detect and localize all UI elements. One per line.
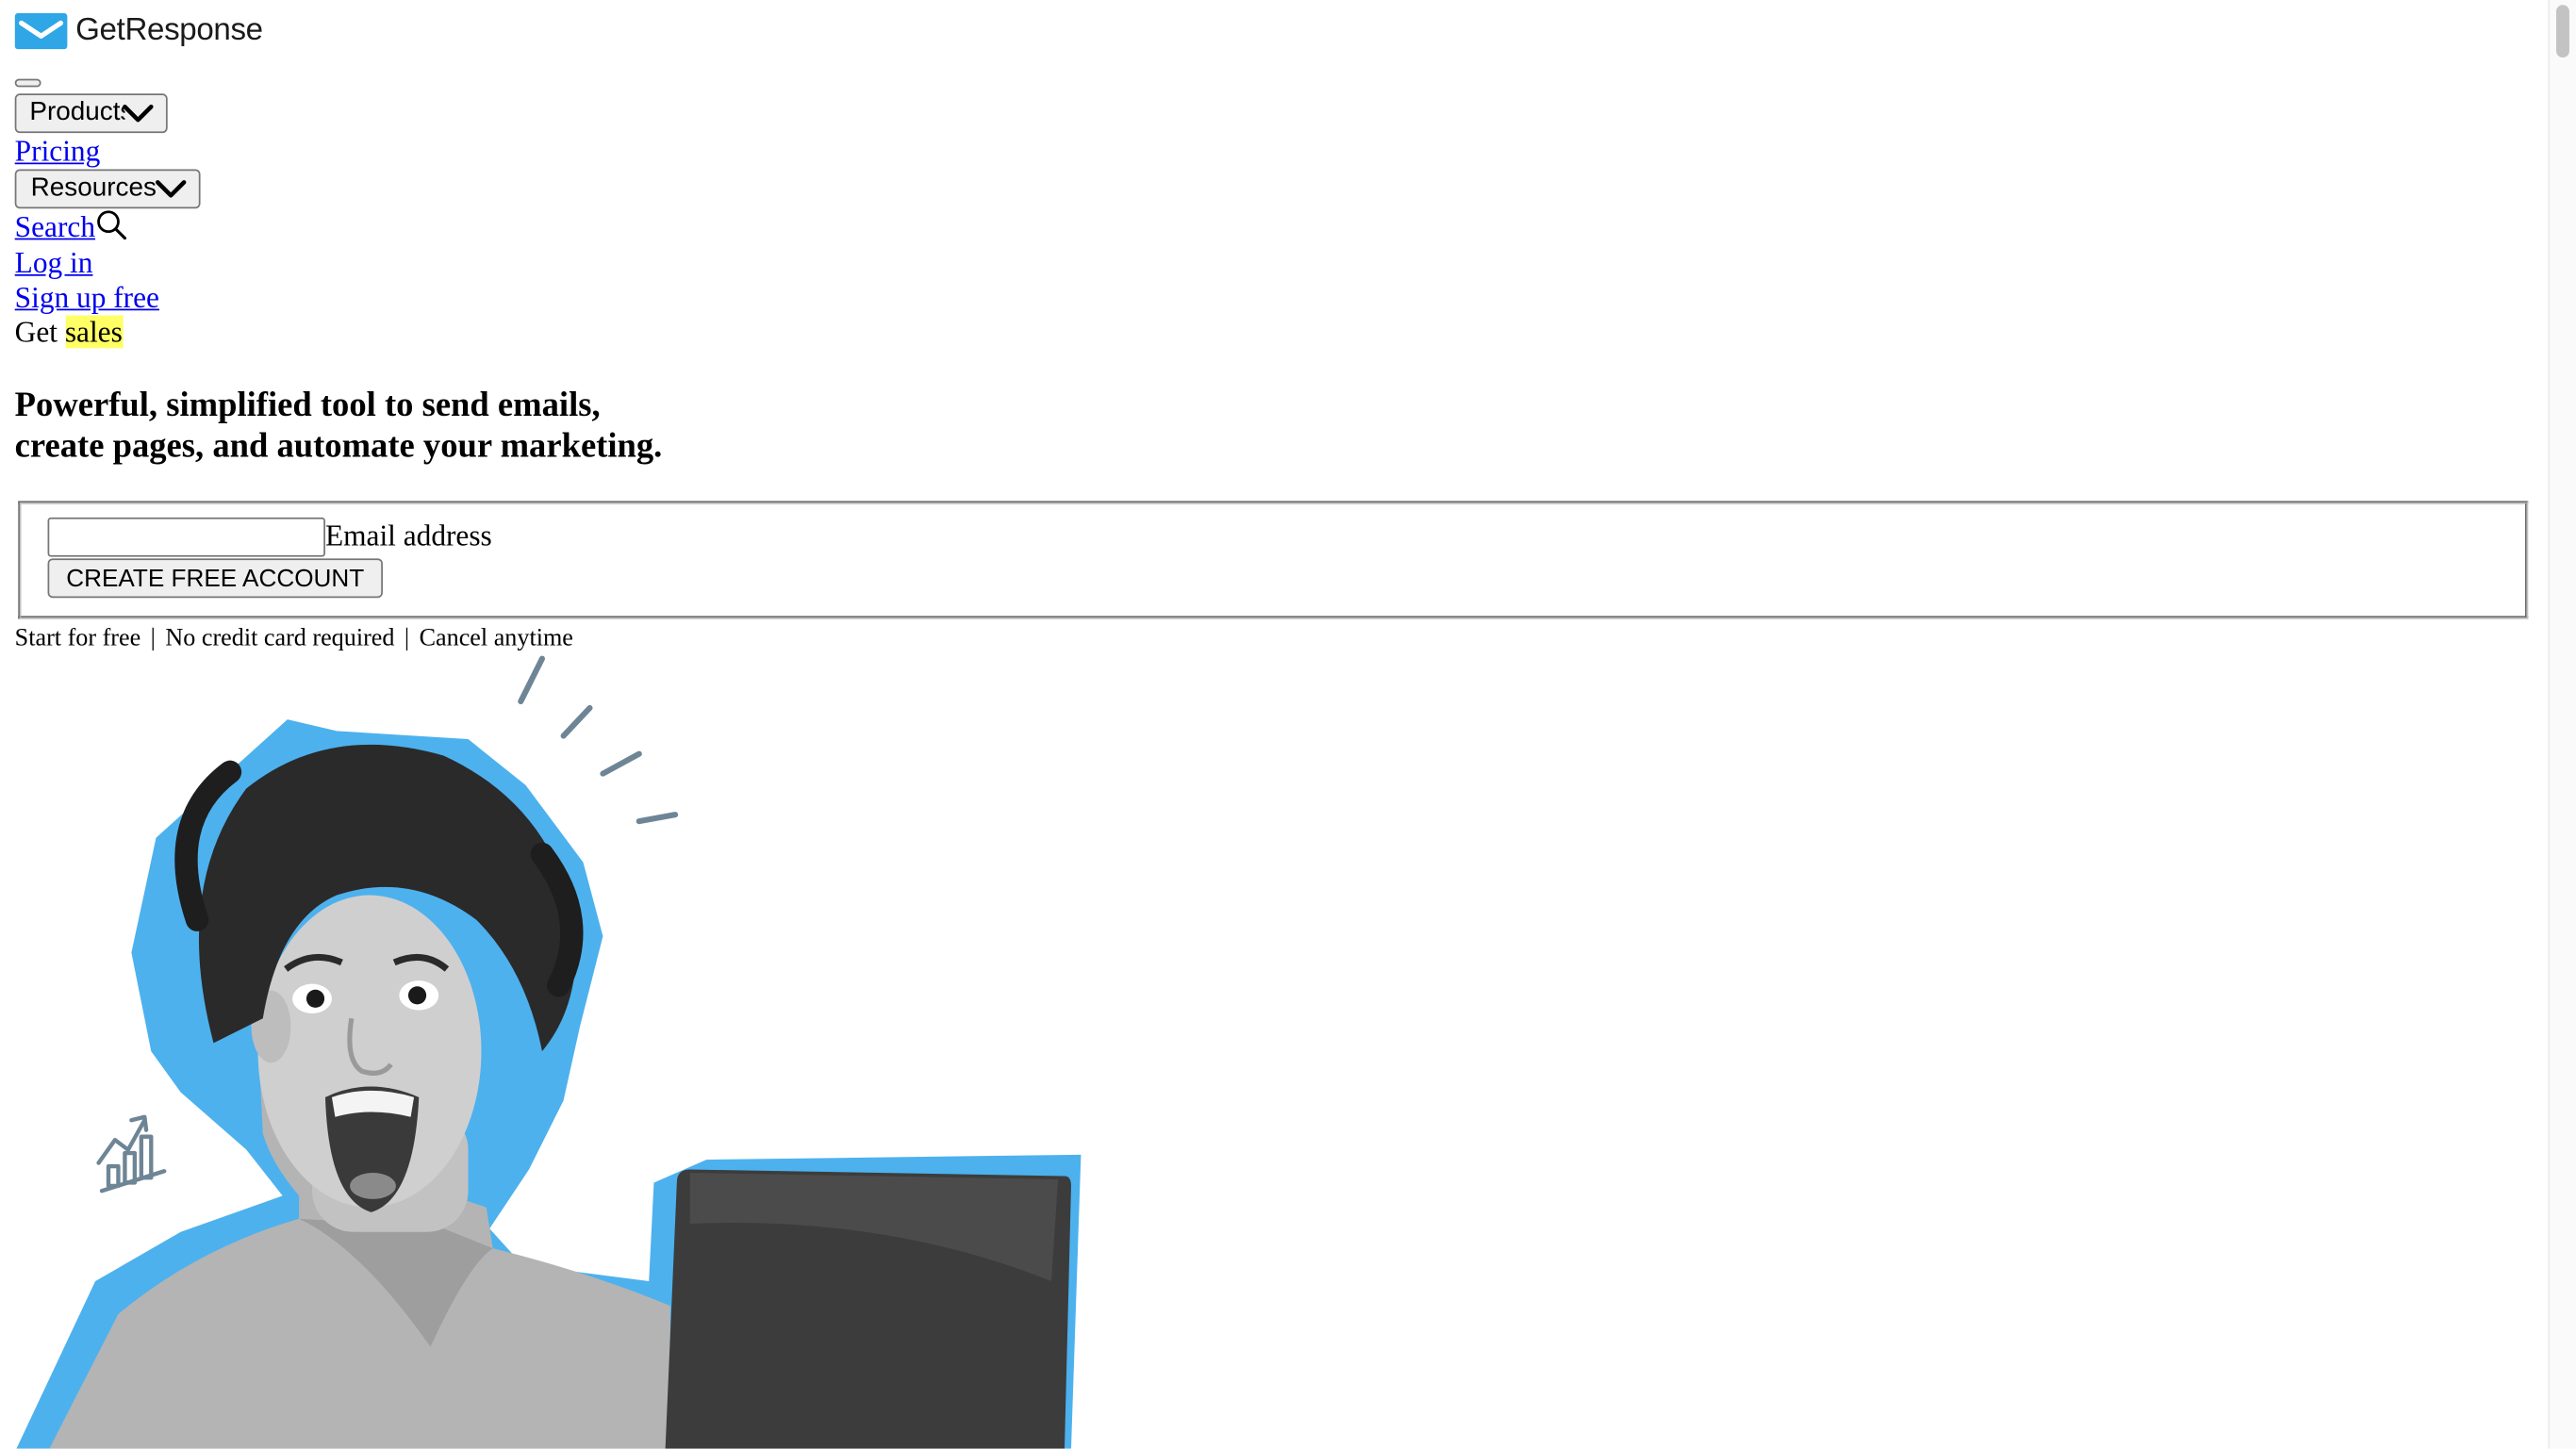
- products-dropdown-button[interactable]: Products: [14, 93, 168, 134]
- login-link[interactable]: Log in: [15, 246, 93, 279]
- create-free-account-button[interactable]: CREATE FREE ACCOUNT: [47, 558, 383, 599]
- chevron-down-icon: [123, 104, 154, 123]
- resources-label: Resources: [30, 173, 157, 203]
- search-link[interactable]: Search: [15, 210, 95, 243]
- person-photo: [49, 744, 670, 1449]
- headline-line-1: Powerful, simplified tool to send emails…: [14, 384, 601, 424]
- envelope-logo-icon: [14, 12, 68, 50]
- email-label: Email address: [324, 519, 492, 552]
- growth-chart-icon: [96, 1114, 167, 1194]
- page-scrollbar[interactable]: [2548, 0, 2576, 1449]
- pricing-link[interactable]: Pricing: [15, 135, 101, 168]
- search-icon[interactable]: [95, 208, 128, 241]
- get-text: Get: [14, 315, 58, 349]
- signup-form: Email address CREATE FREE ACCOUNT: [18, 501, 2529, 619]
- headline-line-2: create pages, and automate your marketin…: [14, 425, 663, 466]
- excitement-lines-icon: [518, 655, 679, 825]
- signup-free-link[interactable]: Sign up free: [15, 281, 159, 314]
- products-label: Products: [29, 98, 125, 127]
- hero-kicker: Get sales: [14, 315, 123, 351]
- chevron-down-icon: [155, 180, 187, 198]
- laptop-image: [665, 1169, 1071, 1449]
- scrollbar-thumb[interactable]: [2556, 5, 2569, 58]
- brand-name: GetResponse: [75, 12, 263, 48]
- hero-headline: Powerful, simplified tool to send emails…: [15, 385, 935, 467]
- getresponse-logo[interactable]: GetResponse: [14, 12, 263, 50]
- page-viewport: GetResponse Products Pricing Resources S…: [0, 0, 2576, 1449]
- highlighted-word: sales: [64, 315, 123, 349]
- hero-illustration: [16, 655, 1082, 1449]
- menu-toggle-button[interactable]: [14, 78, 41, 88]
- email-input[interactable]: [47, 517, 325, 557]
- resources-dropdown-button[interactable]: Resources: [14, 169, 201, 209]
